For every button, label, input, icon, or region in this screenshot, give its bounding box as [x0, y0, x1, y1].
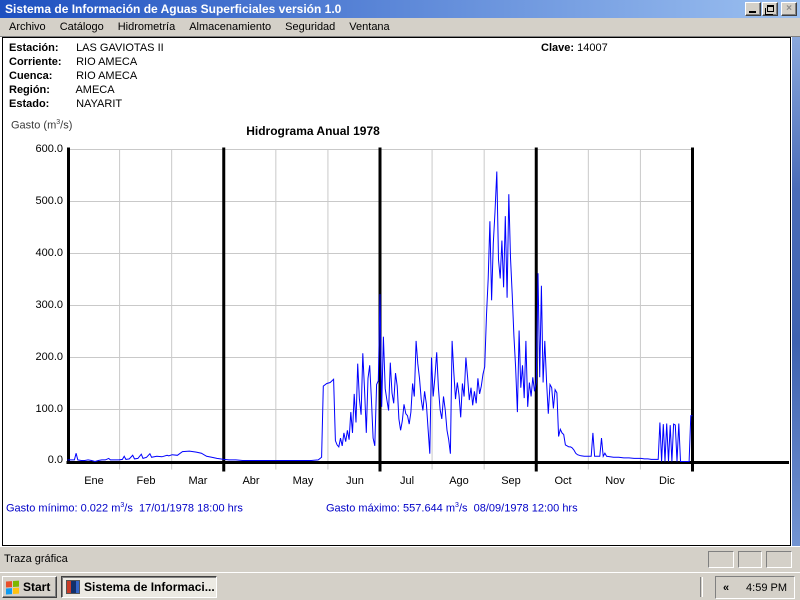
taskbar: Start Sistema de Informaci... « 4:59 PM [0, 572, 800, 600]
station-label: Región: [9, 84, 73, 96]
close-button[interactable]: × [781, 2, 797, 16]
clave-field: Clave: 14007 [541, 42, 608, 54]
x-tick: May [277, 475, 329, 487]
titlebar: Sistema de Información de Aguas Superfic… [0, 0, 800, 18]
window-controls: × [744, 2, 797, 16]
status-panel [708, 551, 734, 568]
x-tick: Oct [537, 475, 589, 487]
gasto-maximo-stat: Gasto máximo: 557.644 m3/s 08/09/1978 12… [326, 502, 578, 515]
x-tick: Dic [641, 475, 693, 487]
x-tick: Ene [68, 475, 120, 487]
x-tick: Feb [120, 475, 172, 487]
y-tick: 400.0 [15, 247, 63, 259]
station-label: Cuenca: [9, 70, 73, 82]
x-tick: Jun [329, 475, 381, 487]
clave-label: Clave: [541, 42, 574, 54]
station-value: AMECA [75, 84, 114, 96]
menu-ventana[interactable]: Ventana [342, 19, 396, 35]
x-tick: Abr [225, 475, 277, 487]
y-tick: 200.0 [15, 351, 63, 363]
station-row: Estación: LAS GAVIOTAS II [9, 42, 164, 54]
status-panel [738, 551, 762, 568]
x-tick: Nov [589, 475, 641, 487]
station-row: Corriente: RIO AMECA [9, 56, 137, 68]
app-window: Sistema de Información de Aguas Superfic… [0, 0, 800, 600]
station-row: Región: AMECA [9, 84, 115, 96]
window-edge-strip [792, 37, 800, 546]
statusbar: Traza gráfica [0, 546, 800, 572]
x-tick: Jul [381, 475, 433, 487]
station-label: Corriente: [9, 56, 73, 68]
app-icon [66, 580, 80, 594]
menu-seguridad[interactable]: Seguridad [278, 19, 342, 35]
station-value: LAS GAVIOTAS II [76, 42, 164, 54]
x-tick: Mar [172, 475, 224, 487]
window-title: Sistema de Información de Aguas Superfic… [5, 2, 341, 16]
y-tick: 0.0 [15, 454, 63, 466]
menu-archivo[interactable]: Archivo [2, 19, 53, 35]
station-value: RIO AMECA [76, 56, 137, 68]
gasto-minimo-stat: Gasto mínimo: 0.022 m3/s 17/01/1978 18:0… [6, 502, 243, 515]
station-row: Cuenca: RIO AMECA [9, 70, 137, 82]
minimize-icon [749, 11, 756, 13]
chart-title: Hidrograma Anual 1978 [33, 124, 593, 138]
x-tick: Sep [485, 475, 537, 487]
status-panel [766, 551, 792, 568]
restore-icon [767, 5, 774, 12]
station-label: Estado: [9, 98, 73, 110]
minimize-button[interactable] [745, 2, 761, 16]
close-icon: × [786, 3, 792, 14]
y-tick: 100.0 [15, 403, 63, 415]
taskbar-task-button[interactable]: Sistema de Informaci... [61, 576, 217, 598]
task-label: Sistema de Informaci... [84, 580, 215, 594]
status-text: Traza gráfica [4, 553, 68, 565]
menu-hidrometria[interactable]: Hidrometría [111, 19, 182, 35]
menu-almacenamiento[interactable]: Almacenamiento [182, 19, 278, 35]
station-value: NAYARIT [76, 98, 122, 110]
x-tick: Ago [433, 475, 485, 487]
windows-flag-icon [6, 580, 20, 594]
station-value: RIO AMECA [76, 70, 137, 82]
document-area: Estación: LAS GAVIOTAS II Corriente: RIO… [2, 37, 791, 546]
y-tick: 300.0 [15, 299, 63, 311]
tray-chevron-icon[interactable]: « [723, 582, 729, 594]
system-tray: « 4:59 PM [715, 576, 795, 599]
station-row: Estado: NAYARIT [9, 98, 122, 110]
menubar: Archivo Catálogo Hidrometría Almacenamie… [0, 18, 800, 37]
station-label: Estación: [9, 42, 73, 54]
y-tick: 600.0 [15, 143, 63, 155]
taskbar-divider [700, 577, 703, 597]
clave-value: 14007 [577, 42, 608, 54]
start-button[interactable]: Start [2, 576, 57, 598]
start-label: Start [23, 580, 50, 594]
restore-button[interactable] [762, 2, 778, 16]
clock: 4:59 PM [746, 582, 787, 594]
menu-catalogo[interactable]: Catálogo [53, 19, 111, 35]
hydrograph-plot [3, 38, 792, 547]
y-tick: 500.0 [15, 195, 63, 207]
